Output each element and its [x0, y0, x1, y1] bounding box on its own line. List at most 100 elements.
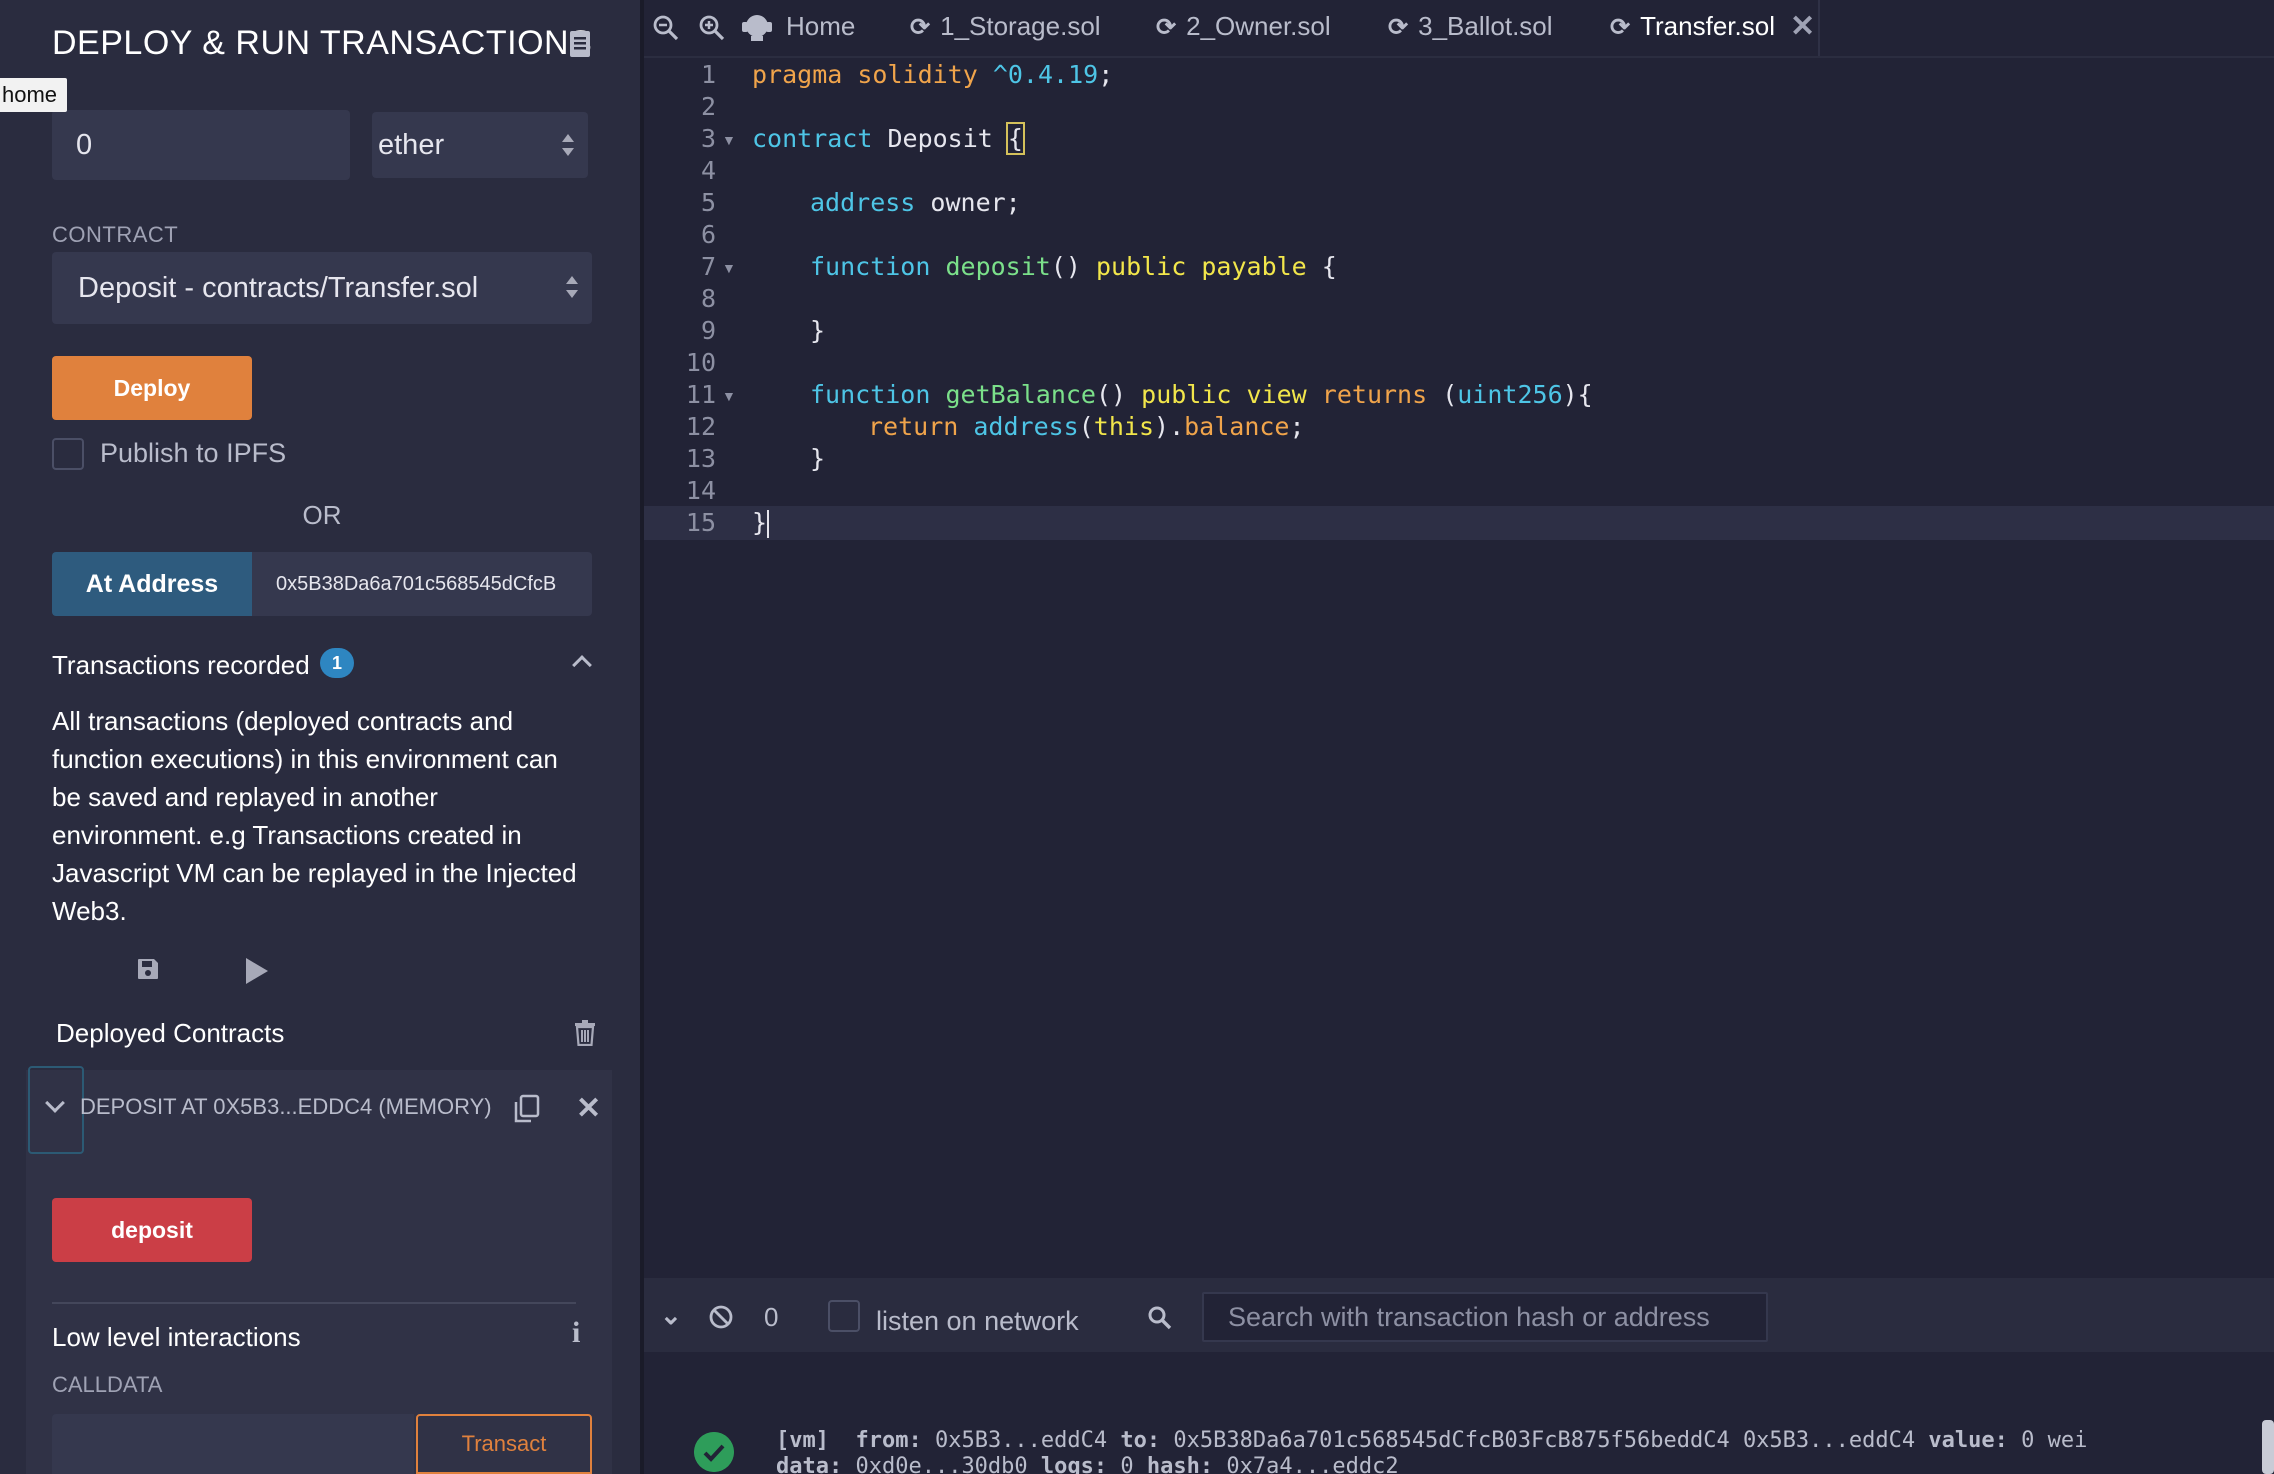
value-input[interactable]: 0	[52, 110, 350, 180]
documentation-icon[interactable]	[568, 30, 592, 58]
code-line-15: }	[752, 508, 770, 538]
log-token: 0 wei	[2007, 1428, 2088, 1453]
code-token: ()	[1096, 380, 1142, 409]
divider	[52, 1302, 576, 1304]
code-line-12: return address(this).balance;	[868, 412, 1305, 441]
code-token: this	[1093, 412, 1155, 441]
log-token: to:	[1120, 1428, 1161, 1453]
line-number: 13	[685, 444, 716, 473]
calldata-input[interactable]	[52, 1414, 414, 1474]
remix-ide: DEPLOY & RUN TRANSACTIONS 0 ether home C…	[0, 0, 2274, 1474]
code-line-5: address owner;	[810, 188, 1021, 217]
code-token: pragma solidity	[752, 60, 978, 89]
pending-tx-count: 0	[764, 1302, 779, 1332]
log-entry-line-1[interactable]: [vm] from: 0x5B3...eddC4 to: 0x5B38Da6a7…	[776, 1428, 2087, 1453]
deployed-contracts-label: Deployed Contracts	[56, 1018, 285, 1048]
collapse-terminal-icon[interactable]: ⌄	[660, 1302, 682, 1328]
sync-icon: ⟳	[910, 14, 931, 41]
log-token	[829, 1428, 856, 1453]
clear-console-icon[interactable]	[708, 1304, 734, 1330]
deploy-button[interactable]: Deploy	[52, 356, 252, 420]
line-number: 1	[700, 60, 716, 89]
tab-label: 2_Owner.sol	[1186, 11, 1331, 41]
run-scenario-icon[interactable]	[246, 958, 268, 984]
trash-icon[interactable]	[574, 1020, 596, 1046]
fold-arrow-icon[interactable]: ▼	[722, 260, 736, 276]
line-number: 4	[700, 156, 716, 185]
sync-icon: ⟳	[1388, 14, 1409, 41]
code-editor[interactable]	[644, 58, 2274, 1233]
line-number: 2	[700, 92, 716, 121]
transact-button[interactable]: Transact	[416, 1414, 592, 1474]
line-number: 11	[685, 380, 716, 409]
line-number: 8	[700, 284, 716, 313]
log-token: 0	[1107, 1454, 1147, 1474]
unit-select[interactable]: ether	[372, 112, 588, 178]
code-line-11: function getBalance() public view return…	[810, 380, 1593, 409]
transactions-description: All transactions (deployed contracts and…	[52, 706, 577, 926]
tab-label: 3_Ballot.sol	[1418, 11, 1553, 41]
code-token: return	[868, 412, 959, 441]
tab-1-storage[interactable]: ⟳ 1_Storage.sol	[910, 0, 1101, 52]
terminal-scrollbar[interactable]	[2262, 1420, 2274, 1474]
code-token: function	[810, 252, 931, 281]
tab-2-owner[interactable]: ⟳ 2_Owner.sol	[1156, 0, 1331, 52]
listen-network-checkbox[interactable]	[828, 1300, 860, 1332]
code-token: address	[958, 412, 1079, 441]
code-token: ).	[1154, 412, 1185, 441]
code-token: ){	[1562, 380, 1593, 409]
line-number: 7	[700, 252, 716, 281]
code-token: payable	[1186, 252, 1307, 281]
active-line-highlight	[644, 506, 2274, 540]
code-token: function	[810, 380, 931, 409]
terminal-search-input[interactable]: Search with transaction hash or address	[1202, 1292, 1768, 1342]
code-token: returns	[1306, 380, 1428, 409]
info-icon[interactable]: i	[572, 1316, 580, 1350]
listen-network-label: listen on network	[876, 1306, 1079, 1336]
contract-select[interactable]: Deposit - contracts/Transfer.sol	[52, 252, 592, 324]
tab-transfer[interactable]: ⟳ Transfer.sol	[1610, 0, 1775, 52]
line-number: 15	[685, 508, 716, 537]
at-address-button[interactable]: At Address	[52, 552, 252, 616]
deposit-function-button[interactable]: deposit	[52, 1198, 252, 1262]
log-entry-line-2[interactable]: data: 0xd0e...30db0 logs: 0 hash: 0x7a4.…	[776, 1454, 1399, 1474]
save-scenario-icon[interactable]	[137, 958, 159, 980]
tab-3-ballot[interactable]: ⟳ 3_Ballot.sol	[1388, 0, 1553, 52]
publish-ipfs-checkbox[interactable]	[52, 438, 84, 470]
log-token: 0x5B38Da6a701c568545dCfcB03FcB875f56bedd…	[1160, 1428, 1929, 1453]
code-line-1: pragma solidity ^0.4.19;	[752, 60, 1113, 89]
low-level-interactions-label: Low level interactions	[52, 1322, 301, 1352]
close-tab-icon[interactable]: ✕	[1790, 12, 1815, 42]
log-token: from:	[855, 1428, 922, 1453]
log-token: hash:	[1146, 1454, 1214, 1474]
code-token: getBalance	[930, 380, 1096, 409]
remove-instance-icon[interactable]: ✕	[576, 1094, 601, 1124]
copy-icon[interactable]	[512, 1094, 540, 1124]
calldata-label: CALLDATA	[52, 1372, 163, 1397]
fold-arrow-icon[interactable]: ▼	[722, 132, 736, 148]
code-token: balance	[1184, 412, 1290, 441]
sync-icon: ⟳	[1610, 14, 1631, 41]
line-number: 9	[700, 316, 716, 345]
home-icon	[742, 15, 772, 41]
contract-select-value: Deposit - contracts/Transfer.sol	[78, 272, 479, 304]
select-arrows-icon	[562, 134, 574, 156]
transactions-recorded-label[interactable]: Transactions recorded	[52, 650, 310, 681]
at-address-input[interactable]: 0x5B38Da6a701c568545dCfcB	[252, 552, 592, 616]
line-number: 5	[700, 188, 716, 217]
line-number: 12	[685, 412, 716, 441]
instance-label: DEPOSIT AT 0X5B3...EDDC4 (MEMORY)	[80, 1094, 492, 1119]
line-number: 3	[700, 124, 716, 153]
log-token: 0xd0e...30db0	[842, 1454, 1041, 1474]
zoom-out-icon[interactable]	[652, 14, 680, 42]
code-line-9: }	[810, 316, 826, 345]
fold-arrow-icon[interactable]: ▼	[722, 388, 736, 404]
log-token: value:	[1928, 1428, 2008, 1453]
log-token: logs:	[1040, 1454, 1108, 1474]
tab-home[interactable]: Home	[786, 0, 855, 52]
line-number: 10	[685, 348, 716, 377]
line-number: 6	[700, 220, 716, 249]
code-token: ;	[1098, 60, 1114, 89]
log-token: 0x5B3...eddC4	[921, 1428, 1121, 1453]
zoom-in-icon[interactable]	[698, 14, 726, 42]
